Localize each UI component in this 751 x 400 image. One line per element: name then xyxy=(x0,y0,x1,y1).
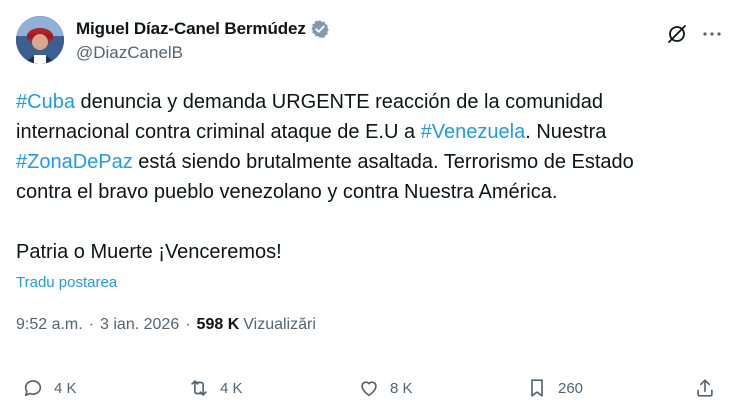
author-name[interactable]: Miguel Díaz-Canel Bermúdez xyxy=(76,19,306,39)
meta-separator: · xyxy=(185,316,191,333)
tweet-text-segment: . Nuestra xyxy=(525,121,607,143)
like-button[interactable]: 8 K xyxy=(358,377,413,399)
avatar[interactable] xyxy=(16,16,64,64)
translate-link[interactable]: Tradu postarea xyxy=(16,274,117,291)
repost-button[interactable]: 4 K xyxy=(188,377,243,399)
repost-icon xyxy=(191,380,207,396)
hashtag-link[interactable]: #ZonaDePaz xyxy=(16,151,133,173)
like-count: 8 K xyxy=(390,379,413,397)
action-bar: 4 K 4 K 8 K 260 xyxy=(16,377,736,400)
bookmark-button[interactable]: 260 xyxy=(526,377,583,399)
bookmark-icon xyxy=(531,379,543,397)
bookmark-count: 260 xyxy=(558,379,584,397)
share-icon xyxy=(697,379,713,397)
repost-count: 4 K xyxy=(220,379,243,397)
author-row: Miguel Díaz-Canel Bermúdez xyxy=(76,19,330,39)
hashtag-link[interactable]: #Cuba xyxy=(16,91,75,113)
author-handle[interactable]: @DiazCanelB xyxy=(76,43,183,63)
views-label: Vizualizări xyxy=(243,316,316,333)
reply-count: 4 K xyxy=(54,379,77,397)
like-icon xyxy=(361,381,377,397)
tweet: Miguel Díaz-Canel Bermúdez @DiazCanelB #… xyxy=(0,0,751,400)
reply-button[interactable]: 4 K xyxy=(22,377,77,399)
tweet-date[interactable]: 3 ian. 2026 xyxy=(100,316,179,334)
reply-icon xyxy=(24,380,42,397)
share-button[interactable] xyxy=(694,377,716,399)
grok-icon[interactable] xyxy=(665,22,689,46)
views-count: 598 K xyxy=(196,316,240,333)
tweet-text: #Cuba denuncia y demanda URGENTE reacció… xyxy=(16,87,736,267)
meta-separator: · xyxy=(88,316,95,333)
more-icon[interactable] xyxy=(700,22,724,46)
verified-badge-icon[interactable] xyxy=(310,19,330,39)
tweet-time[interactable]: 9:52 a.m. xyxy=(16,316,83,334)
hashtag-link[interactable]: #Venezuela xyxy=(421,121,526,143)
tweet-meta: 9:52 a.m. · 3 ian. 2026 · 598 K Vizualiz… xyxy=(16,316,316,334)
